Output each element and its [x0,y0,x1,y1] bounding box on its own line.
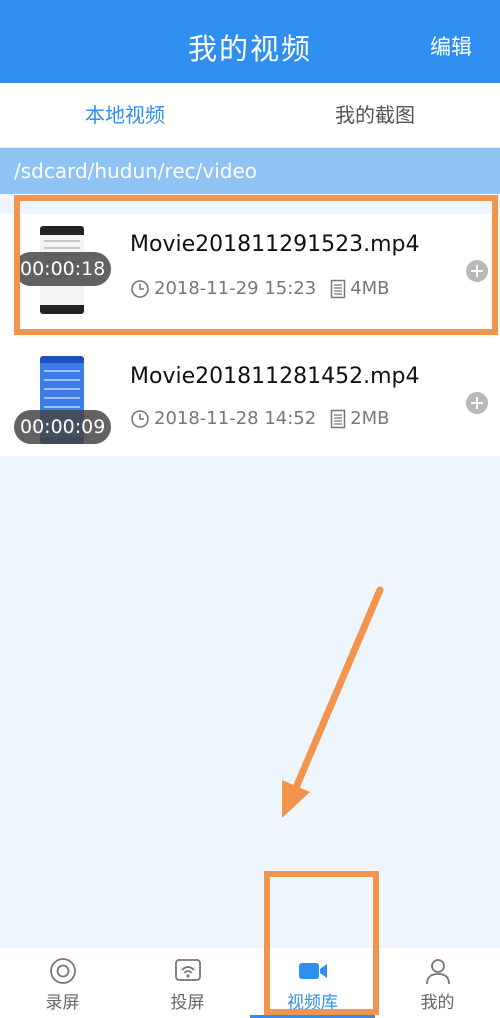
nav-me[interactable]: 我的 [375,948,500,1018]
nav-record[interactable]: 录屏 [0,948,125,1018]
person-icon [425,959,450,985]
nav-label: 投屏 [170,993,205,1013]
cast-icon [174,959,201,981]
nav-cast[interactable]: 投屏 [125,948,250,1018]
nav-label: 我的 [420,993,455,1013]
annotation-highlight-box [264,871,379,1015]
record-icon [49,958,76,984]
bottom-navigation: 录屏 投屏 视频库 我的 [0,948,500,1018]
annotation-arrow [282,586,384,818]
nav-label: 录屏 [45,993,80,1013]
